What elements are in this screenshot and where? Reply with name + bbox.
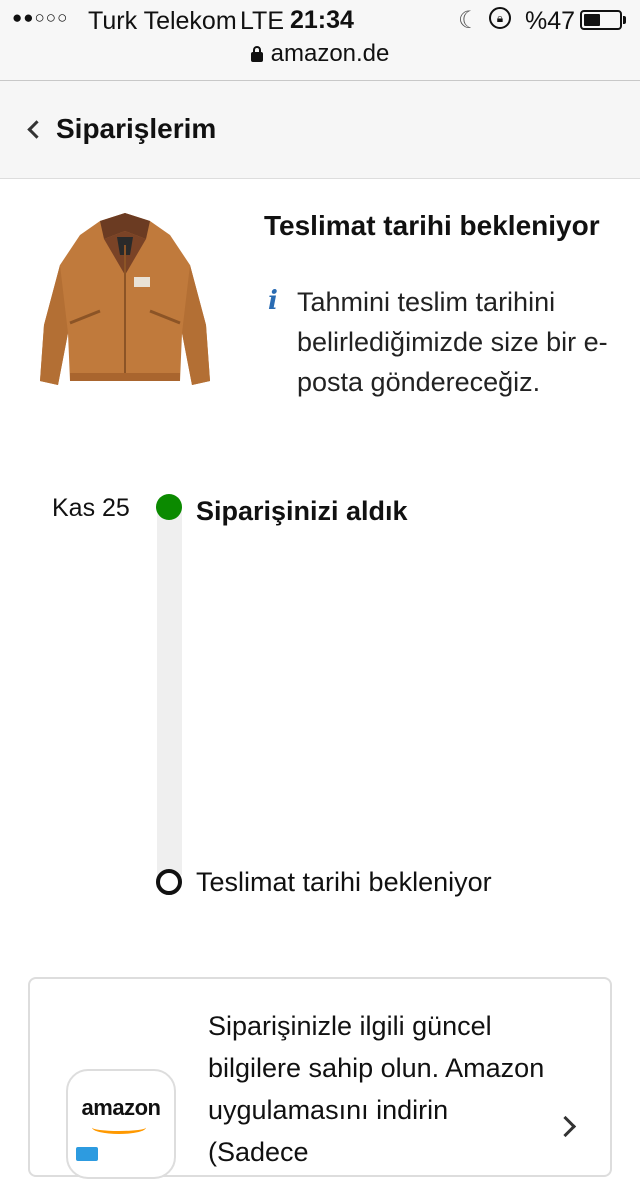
app-promo-card[interactable]: amazon Siparişinizle ilgili güncel bilgi… <box>28 977 612 1179</box>
network-type: LTE <box>240 7 284 35</box>
page-title[interactable]: Siparişlerim <box>56 113 216 145</box>
moon-icon: ☾ <box>458 7 480 34</box>
cart-icon <box>76 1147 98 1161</box>
battery-fill <box>584 14 600 26</box>
padlock-icon <box>250 46 263 62</box>
step-complete-dot <box>156 494 182 520</box>
app-icon-wordmark: amazon <box>81 1095 161 1120</box>
product-image[interactable] <box>30 205 220 395</box>
timeline-step-label: Teslimat tarihi bekleniyor <box>196 867 492 897</box>
address-bar-content: amazon.de <box>250 40 390 68</box>
delivery-note: Tahmini teslim tarihini belirlediğimizde… <box>297 287 608 397</box>
signal-strength: ●●○○○ <box>12 8 69 27</box>
address-bar[interactable]: amazon.de <box>0 40 640 72</box>
timeline-date: Kas 25 <box>52 494 130 522</box>
chevron-left-icon[interactable] <box>27 120 46 139</box>
page-header: Siparişlerim <box>0 81 640 179</box>
battery-nub <box>623 16 626 24</box>
status-bar: ●●○○○ Turk Telekom LTE 21:34 ☾ 🔒︎ %47 <box>0 0 640 40</box>
delivery-status-title: Teslimat tarihi bekleniyor <box>264 210 600 241</box>
amazon-app-icon: amazon <box>66 1069 176 1179</box>
carrier-name: Turk Telekom <box>88 7 237 35</box>
info-icon: i <box>268 286 278 316</box>
step-pending-dot <box>156 869 182 895</box>
timeline-track <box>157 507 182 875</box>
battery-percent: %47 <box>525 7 576 35</box>
timeline-step-label: Siparişinizi aldık <box>196 496 408 526</box>
app-promo-text: Siparişinizle ilgili güncel bilgilere sa… <box>208 1011 545 1167</box>
amazon-smile-icon <box>92 1121 146 1134</box>
clock: 21:34 <box>290 6 354 34</box>
rotation-lock-icon: 🔒︎ <box>489 7 511 29</box>
battery-icon <box>580 10 626 30</box>
browser-chrome: ●●○○○ Turk Telekom LTE 21:34 ☾ 🔒︎ %47 am… <box>0 0 640 81</box>
url-text: amazon.de <box>270 40 390 67</box>
chevron-right-icon[interactable] <box>554 1115 577 1138</box>
